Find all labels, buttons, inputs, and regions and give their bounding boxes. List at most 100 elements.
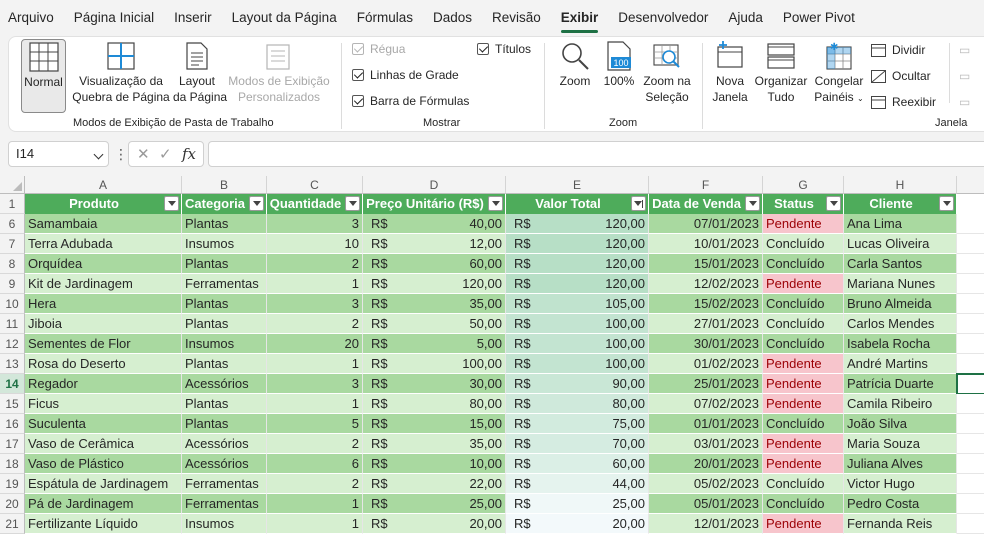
table-cell-cliente[interactable]: André Martins [844,354,957,374]
table-cell-status[interactable]: Pendente [763,434,844,454]
table-cell-status[interactable]: Concluído [763,294,844,314]
table-cell-cliente[interactable]: Lucas Oliveira [844,234,957,254]
table-cell-qtd[interactable]: 1 [267,354,363,374]
split-button[interactable]: Dividir [871,43,925,57]
table-cell-preco[interactable]: R$ 60,00 [363,254,506,274]
menu-item-9[interactable]: Ajuda [718,0,773,36]
table-cell-total[interactable]: R$ 25,00 [506,494,649,514]
unhide-button[interactable]: Reexibir [871,95,936,109]
table-cell-qtd[interactable]: 1 [267,494,363,514]
table-cell-categoria[interactable]: Plantas [182,254,267,274]
table-cell-qtd[interactable]: 2 [267,314,363,334]
column-header-h[interactable]: H [844,176,957,194]
table-cell-total[interactable]: R$ 105,00 [506,294,649,314]
table-cell-cliente[interactable]: Fernanda Reis [844,514,957,534]
table-cell-preco[interactable]: R$ 120,00 [363,274,506,294]
empty-cell[interactable] [957,414,984,434]
empty-cell[interactable] [957,454,984,474]
table-cell-cliente[interactable]: Isabela Rocha [844,334,957,354]
table-cell-status[interactable]: Concluído [763,334,844,354]
empty-cell[interactable] [957,274,984,294]
table-cell-categoria[interactable]: Insumos [182,234,267,254]
row-header[interactable]: 18 [0,454,25,474]
menu-item-3[interactable]: Layout da Página [222,0,347,36]
empty-cell[interactable] [957,254,984,274]
table-cell-qtd[interactable]: 5 [267,414,363,434]
empty-cell[interactable] [957,294,984,314]
table-cell-qtd[interactable]: 10 [267,234,363,254]
table-cell-preco[interactable]: R$ 50,00 [363,314,506,334]
table-cell-status[interactable]: Pendente [763,374,844,394]
empty-cell[interactable] [957,214,984,234]
table-cell-cliente[interactable]: Camila Ribeiro [844,394,957,414]
table-header-cell[interactable]: Status [763,194,844,214]
table-cell-total[interactable]: R$ 120,00 [506,254,649,274]
row-header[interactable]: 20 [0,494,25,514]
table-cell-data[interactable]: 15/02/2023 [649,294,763,314]
row-header[interactable]: 21 [0,514,25,534]
table-cell-categoria[interactable]: Plantas [182,394,267,414]
table-cell-data[interactable]: 12/02/2023 [649,274,763,294]
column-header-c[interactable]: C [267,176,363,194]
table-cell-produto[interactable]: Rosa do Deserto [25,354,182,374]
column-header-e[interactable]: E [506,176,649,194]
menu-item-4[interactable]: Fórmulas [347,0,423,36]
table-cell-total[interactable]: R$ 60,00 [506,454,649,474]
empty-cell[interactable] [957,514,984,534]
table-cell-preco[interactable]: R$ 20,00 [363,514,506,534]
table-header-cell[interactable]: Data de Venda [649,194,763,214]
table-cell-data[interactable]: 07/01/2023 [649,214,763,234]
filter-dropdown-icon[interactable] [745,196,760,211]
table-cell-preco[interactable]: R$ 35,00 [363,294,506,314]
page-layout-button[interactable]: Layout da Página [173,41,227,105]
menu-item-0[interactable]: Arquivo [0,0,64,36]
column-header-f[interactable]: F [649,176,763,194]
table-cell-produto[interactable]: Suculenta [25,414,182,434]
enter-icon[interactable]: ✓ [159,145,172,163]
table-cell-preco[interactable]: R$ 40,00 [363,214,506,234]
table-header-cell[interactable]: Cliente [844,194,957,214]
normal-view-button[interactable]: Normal [21,39,66,113]
table-cell-produto[interactable]: Samambaia [25,214,182,234]
row-header[interactable]: 15 [0,394,25,414]
table-cell-data[interactable]: 03/01/2023 [649,434,763,454]
table-cell-produto[interactable]: Ficus [25,394,182,414]
table-cell-produto[interactable]: Espátula de Jardinagem [25,474,182,494]
menu-item-10[interactable]: Power Pivot [773,0,865,36]
table-cell-total[interactable]: R$ 70,00 [506,434,649,454]
table-cell-categoria[interactable]: Acessórios [182,374,267,394]
table-cell-categoria[interactable]: Plantas [182,214,267,234]
row-header[interactable]: 13 [0,354,25,374]
table-cell-cliente[interactable]: Mariana Nunes [844,274,957,294]
table-cell-preco[interactable]: R$ 100,00 [363,354,506,374]
menu-item-8[interactable]: Desenvolvedor [608,0,718,36]
table-cell-produto[interactable]: Vaso de Plástico [25,454,182,474]
empty-cell[interactable] [957,434,984,454]
table-cell-categoria[interactable]: Plantas [182,354,267,374]
column-header-g[interactable]: G [763,176,844,194]
table-cell-data[interactable]: 05/02/2023 [649,474,763,494]
table-cell-categoria[interactable]: Plantas [182,414,267,434]
table-header-cell[interactable]: Produto [25,194,182,214]
table-cell-preco[interactable]: R$ 12,00 [363,234,506,254]
table-cell-status[interactable]: Concluído [763,494,844,514]
table-cell-qtd[interactable]: 2 [267,254,363,274]
table-cell-total[interactable]: R$ 75,00 [506,414,649,434]
table-cell-data[interactable]: 20/01/2023 [649,454,763,474]
table-cell-cliente[interactable]: Juliana Alves [844,454,957,474]
row-header[interactable]: 19 [0,474,25,494]
table-cell-status[interactable]: Concluído [763,254,844,274]
table-cell-cliente[interactable]: Patrícia Duarte [844,374,957,394]
table-cell-total[interactable]: R$ 100,00 [506,314,649,334]
table-cell-status[interactable]: Pendente [763,354,844,374]
empty-cell[interactable] [957,474,984,494]
empty-cell[interactable] [957,494,984,514]
table-cell-categoria[interactable]: Ferramentas [182,494,267,514]
table-cell-status[interactable]: Pendente [763,394,844,414]
freeze-panes-button[interactable]: ✱ Congelar Painéis ⌄ [811,41,867,106]
table-cell-qtd[interactable]: 1 [267,394,363,414]
table-cell-produto[interactable]: Hera [25,294,182,314]
headings-checkbox[interactable]: Títulos [477,42,531,56]
row-header[interactable]: 8 [0,254,25,274]
table-cell-data[interactable]: 25/01/2023 [649,374,763,394]
